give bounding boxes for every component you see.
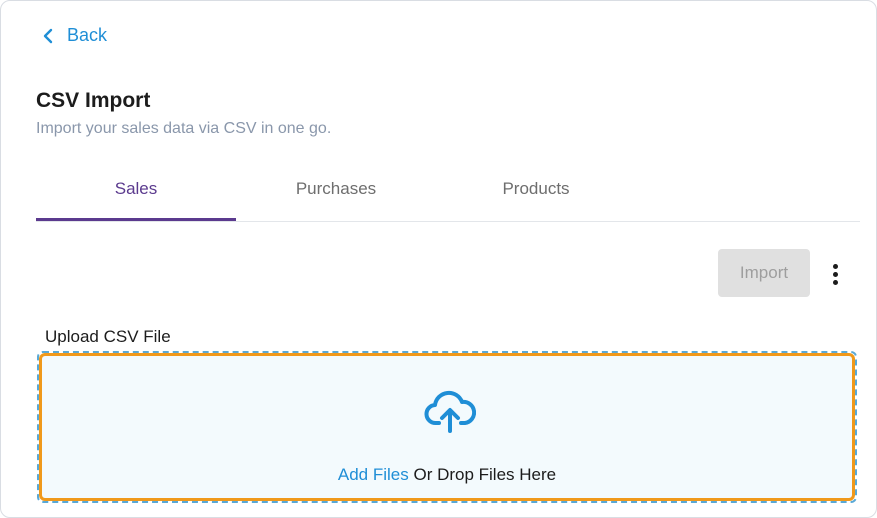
back-link[interactable]: Back xyxy=(43,25,107,46)
drop-instructions: Add Files Or Drop Files Here xyxy=(42,465,852,485)
tab-label: Sales xyxy=(114,178,158,198)
add-files-link[interactable]: Add Files xyxy=(338,465,409,484)
tab-sales[interactable]: Sales xyxy=(36,167,236,221)
tab-label: Products xyxy=(502,179,570,198)
file-dropzone[interactable]: Add Files Or Drop Files Here xyxy=(39,353,855,501)
tab-label: Purchases xyxy=(295,179,377,198)
page-title: CSV Import xyxy=(36,89,151,112)
drop-files-text: Or Drop Files Here xyxy=(408,465,557,484)
tab-purchases[interactable]: Purchases xyxy=(236,167,436,219)
import-button[interactable]: Import xyxy=(718,249,810,297)
more-vertical-icon xyxy=(832,263,838,269)
back-label: Back xyxy=(67,25,108,45)
page-subtitle: Import your sales data via CSV in one go… xyxy=(36,120,332,137)
csv-import-card: Back CSV Import Import your sales data v… xyxy=(0,0,877,518)
import-tabs: Sales Purchases Products xyxy=(36,167,860,222)
upload-label: Upload CSV File xyxy=(45,327,171,346)
chevron-left-icon xyxy=(43,28,53,43)
more-options-button[interactable] xyxy=(823,259,847,289)
tab-products[interactable]: Products xyxy=(436,167,636,219)
cloud-upload-icon xyxy=(424,390,476,433)
